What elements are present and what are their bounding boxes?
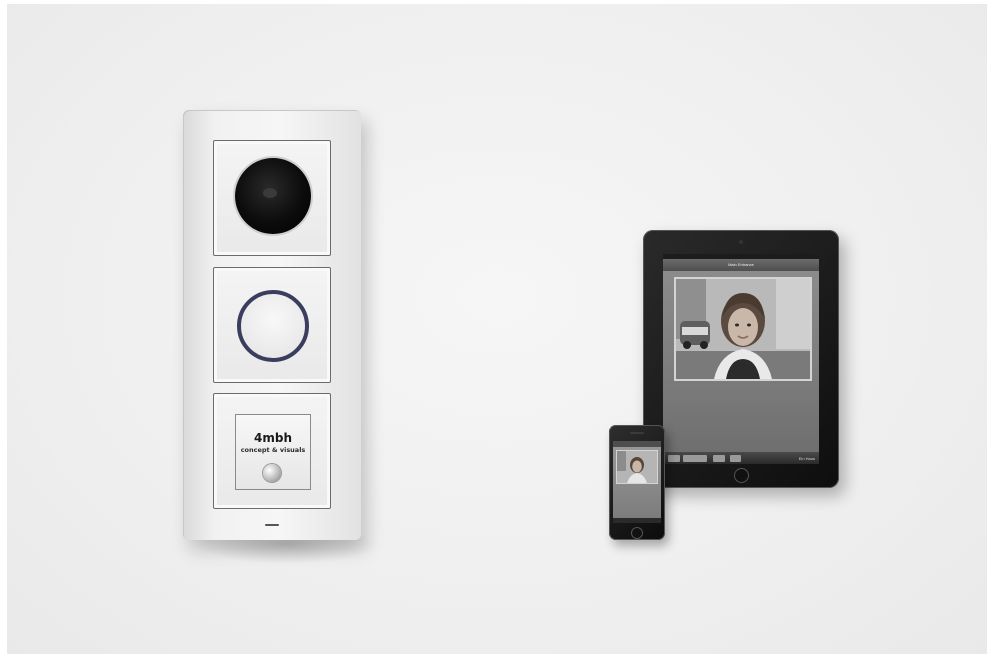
phone-device — [609, 425, 665, 540]
phone-video-feed — [616, 450, 658, 484]
name-module: 4mbh concept & visuals — [213, 393, 331, 509]
name-plate-title: 4mbh — [254, 431, 292, 445]
tablet-device: Main Entrance Ein Haus — [643, 230, 839, 488]
name-plate: 4mbh concept & visuals — [235, 414, 311, 490]
tablet-toolbar-button-3 — [713, 455, 725, 462]
phone-home-button — [631, 527, 643, 539]
tablet-camera-icon — [739, 240, 743, 244]
bell-module — [213, 267, 331, 383]
phone-visitor-portrait-icon — [617, 451, 657, 483]
phone-title-bar — [613, 441, 661, 447]
product-scene: 4mbh concept & visuals Main Entrance Ein… — [7, 4, 987, 654]
tablet-screen: Main Entrance Ein Haus — [663, 254, 819, 464]
tablet-toolbar-button-4 — [730, 455, 741, 462]
tablet-toolbar: Ein Haus — [663, 452, 819, 464]
phone-toolbar — [613, 518, 661, 523]
doorbell-ring-icon — [237, 290, 309, 362]
camera-module — [213, 140, 331, 256]
name-plate-subtitle: concept & visuals — [240, 446, 306, 454]
tablet-video-feed — [674, 277, 812, 381]
bell-push-button — [263, 464, 281, 482]
phone-screen — [613, 441, 661, 523]
visitor-portrait-icon — [676, 279, 810, 379]
tablet-toolbar-button-2 — [683, 455, 707, 462]
tablet-toolbar-button-1 — [668, 455, 680, 462]
tablet-title-bar: Main Entrance — [663, 259, 819, 271]
camera-lens-icon — [235, 158, 311, 234]
tablet-home-button — [734, 468, 749, 483]
tablet-door-label: Ein Haus — [798, 456, 815, 461]
door-station: 4mbh concept & visuals — [183, 110, 361, 540]
phone-speaker-icon — [630, 432, 644, 434]
panel-slot — [265, 524, 279, 526]
